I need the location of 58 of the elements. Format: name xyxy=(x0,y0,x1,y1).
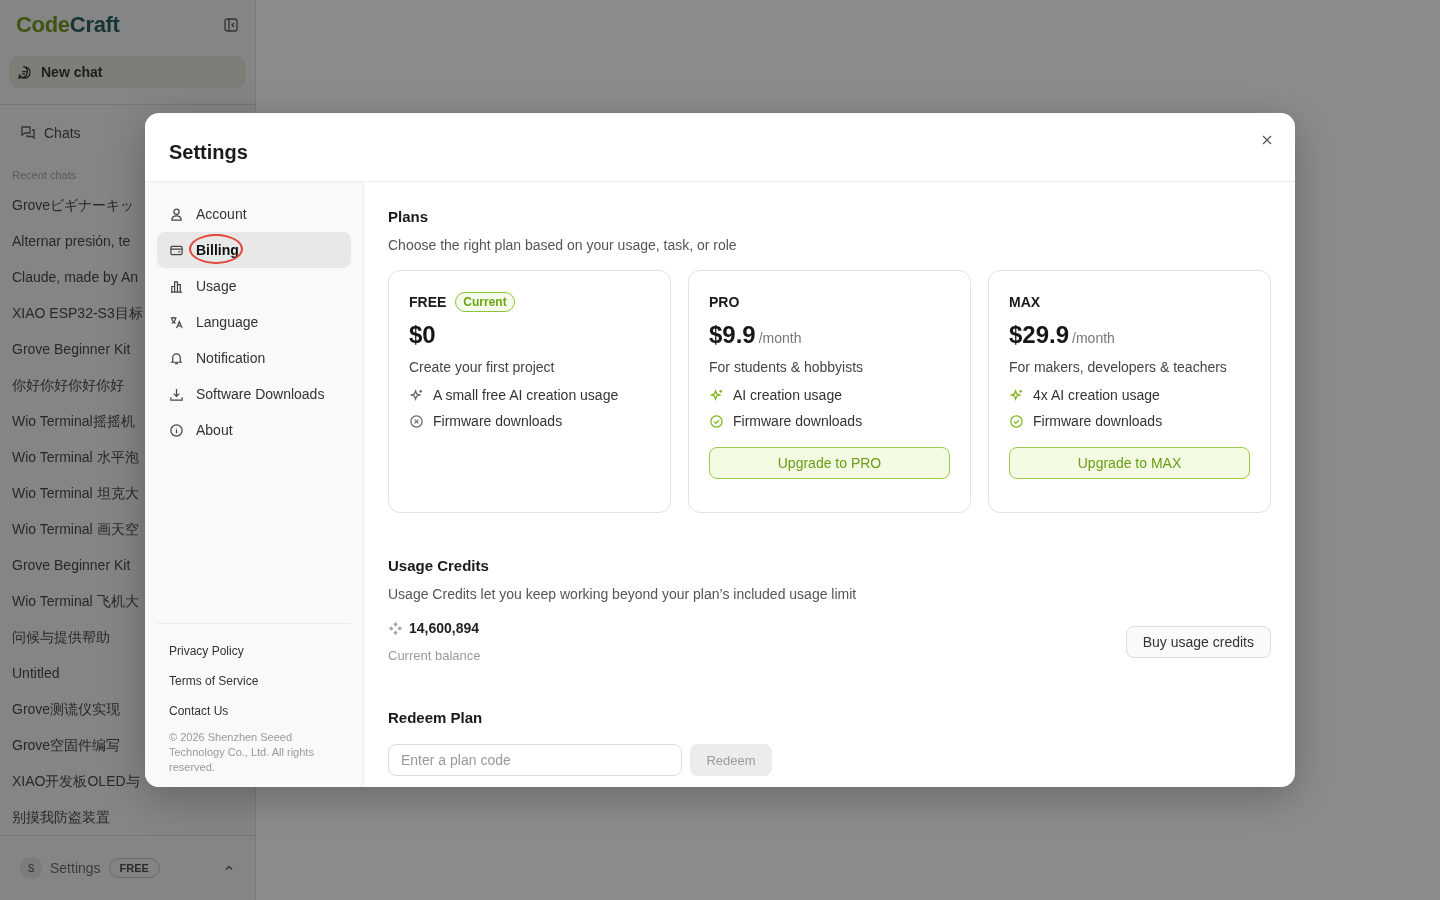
plan-price: $9.9 xyxy=(709,321,756,349)
footer-link[interactable]: Privacy Policy xyxy=(169,636,339,666)
plan-name: FREE xyxy=(409,294,447,310)
copyright-text: © 2026 Shenzhen Seeed Technology Co., Ltd. All rights reserved. xyxy=(169,730,315,775)
plan-price: $0 xyxy=(409,321,436,349)
current-badge: Current xyxy=(455,292,515,312)
plan-description: For makers, developers & teachers xyxy=(1009,359,1228,375)
plan-badge: FREE xyxy=(108,858,160,878)
settings-nav-item[interactable]: Software Downloads xyxy=(157,376,351,412)
settings-label[interactable]: Settings xyxy=(50,860,101,876)
price-period: /month xyxy=(1072,330,1115,346)
chats-link[interactable]: Chats xyxy=(0,125,255,141)
settings-nav-item[interactable]: Usage xyxy=(157,268,351,304)
feature-text: AI creation usage xyxy=(733,387,842,403)
credits-icon xyxy=(388,620,403,636)
new-chat-button[interactable]: New chat xyxy=(9,56,246,88)
footer-link[interactable]: Terms of Service xyxy=(169,666,339,696)
settings-nav-item[interactable]: Billing xyxy=(157,232,351,268)
plan-name: MAX xyxy=(1009,294,1041,310)
download-icon xyxy=(169,386,184,402)
feature-text: Firmware downloads xyxy=(733,413,863,429)
settings-nav-item[interactable]: About xyxy=(157,412,351,448)
buy-credits-button[interactable]: Buy usage credits xyxy=(1125,625,1271,658)
section-description: Choose the right plan based on your usage, task, or role xyxy=(388,237,738,253)
highlight-circle xyxy=(189,234,243,264)
section-description: Usage Credits let you keep working beyond your plan’s included usage limit xyxy=(388,586,858,602)
avatar: S xyxy=(20,857,42,879)
plan-description: For students & hobbyists xyxy=(709,359,865,375)
app-logo: CodeCraft xyxy=(16,12,120,38)
bar-chart-icon xyxy=(169,278,184,294)
dialog-title: Settings xyxy=(169,140,248,164)
translate-icon xyxy=(169,314,184,330)
footer-link[interactable]: Contact Us xyxy=(169,696,339,726)
feature-text: Firmware downloads xyxy=(433,413,563,429)
upgrade-button[interactable]: Upgrade to MAX xyxy=(1009,447,1250,479)
credit-balance: 14,600,894 xyxy=(409,620,480,636)
settings-nav-item[interactable]: Account xyxy=(157,196,351,232)
feature-text: Firmware downloads xyxy=(1033,413,1163,429)
plan-price: $29.9 xyxy=(1009,321,1070,349)
chats-icon xyxy=(20,125,36,141)
balance-label: Current balance xyxy=(388,648,481,663)
plan-name: PRO xyxy=(709,294,740,310)
price-period: /month xyxy=(758,330,802,346)
section-title: Redeem Plan xyxy=(388,709,484,726)
upgrade-button[interactable]: Upgrade to PRO xyxy=(709,447,950,479)
section-title: Usage Credits xyxy=(388,557,490,574)
close-icon[interactable] xyxy=(1261,134,1273,146)
chat-item[interactable]: 别摸我防盗装置 xyxy=(12,799,243,835)
feature-text: A small free AI creation usage xyxy=(433,387,619,403)
bell-icon xyxy=(169,350,184,366)
sidebar-toggle-icon[interactable] xyxy=(223,17,239,33)
plan-description: Create your first project xyxy=(409,359,556,375)
person-icon xyxy=(169,206,184,222)
info-icon xyxy=(169,422,184,438)
settings-nav-item[interactable]: Language xyxy=(157,304,351,340)
section-title: Plans xyxy=(388,208,430,225)
settings-nav-item[interactable]: Notification xyxy=(157,340,351,376)
feature-text: 4x AI creation usage xyxy=(1033,387,1160,403)
